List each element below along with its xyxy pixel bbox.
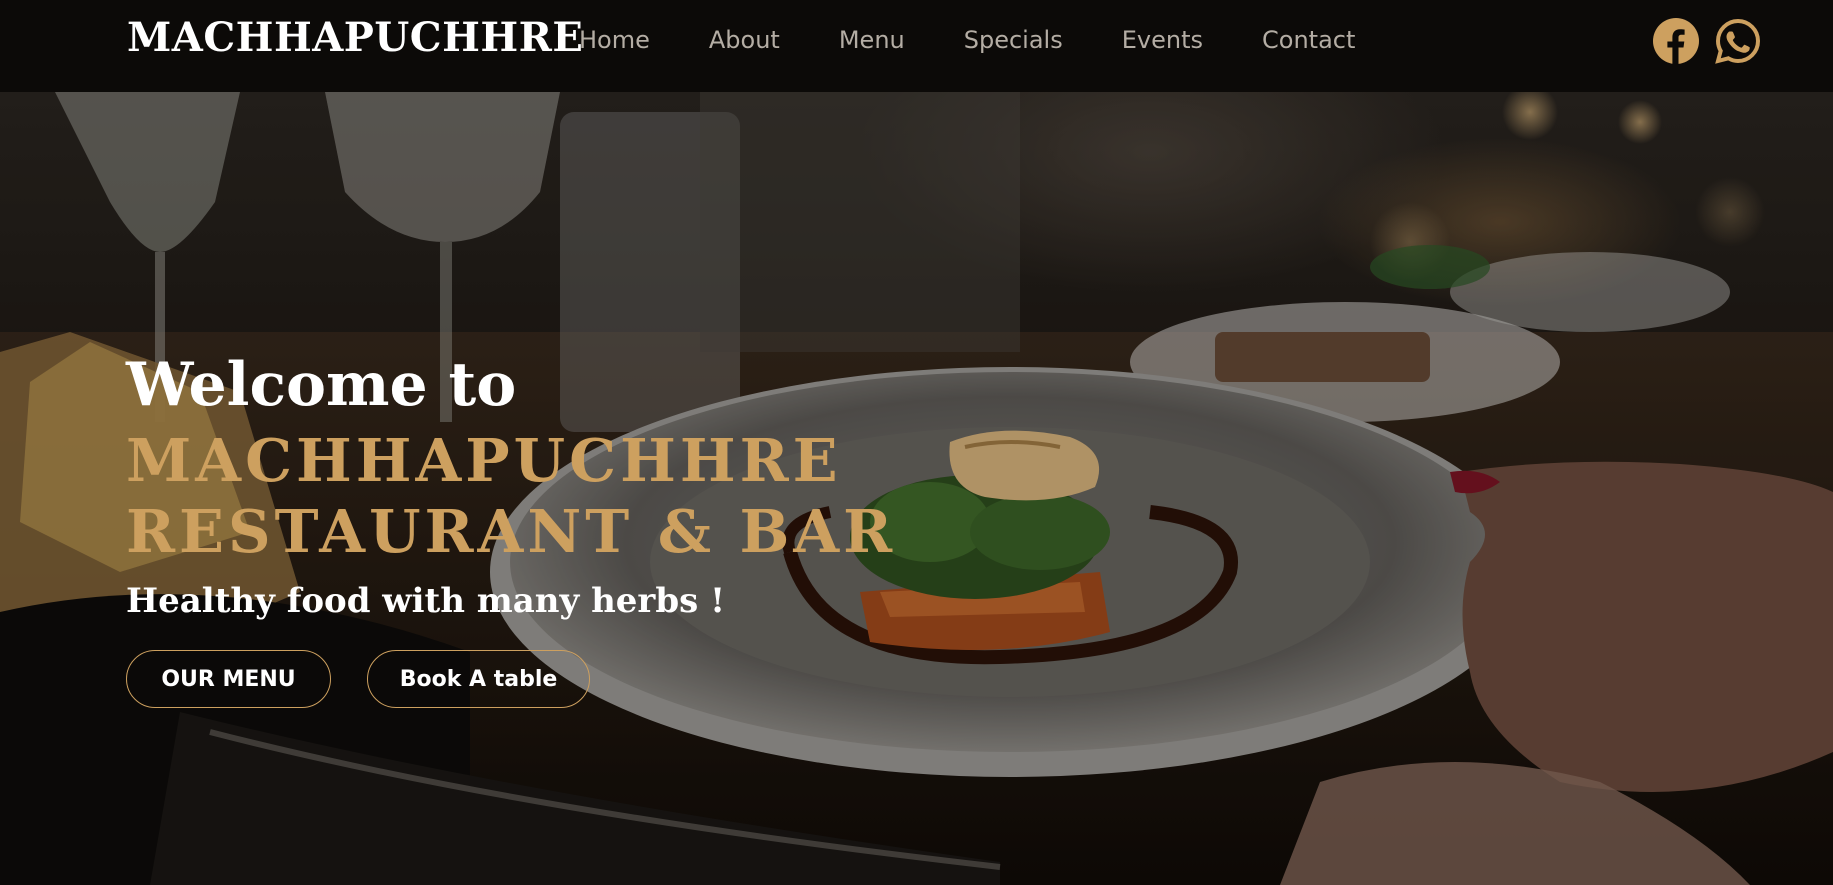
nav-about-link[interactable]: About	[709, 26, 780, 54]
hero-cta-group: OUR MENU Book A table	[126, 650, 626, 708]
nav-menu-link[interactable]: Menu	[839, 26, 905, 54]
nav-home-link[interactable]: Home	[579, 26, 650, 54]
brand-logo-text[interactable]: MACHHAPUCHHRE	[127, 14, 583, 61]
book-a-table-button[interactable]: Book A table	[367, 650, 590, 708]
hero-text-block: Welcome to MACHHAPUCHHRE RESTAURANT & BA…	[126, 350, 897, 622]
hero-welcome-heading: Welcome to	[126, 350, 517, 420]
our-menu-button[interactable]: OUR MENU	[126, 650, 331, 708]
nav-events-link[interactable]: Events	[1122, 26, 1203, 54]
hero-section: Welcome to MACHHAPUCHHRE RESTAURANT & BA…	[0, 92, 1833, 885]
top-navbar: MACHHAPUCHHRE Home About Menu Specials E…	[0, 0, 1833, 92]
nav-specials-link[interactable]: Specials	[964, 26, 1063, 54]
hero-title-line2: RESTAURANT & BAR	[126, 497, 897, 566]
facebook-icon[interactable]	[1653, 18, 1699, 64]
hero-title-line1: MACHHAPUCHHRE	[126, 426, 842, 495]
whatsapp-icon[interactable]	[1715, 18, 1761, 64]
hero-tagline: Healthy food with many herbs !	[126, 581, 726, 621]
nav-contact-link[interactable]: Contact	[1262, 26, 1355, 54]
main-nav: Home About Menu Specials Events Contact	[579, 26, 1355, 54]
